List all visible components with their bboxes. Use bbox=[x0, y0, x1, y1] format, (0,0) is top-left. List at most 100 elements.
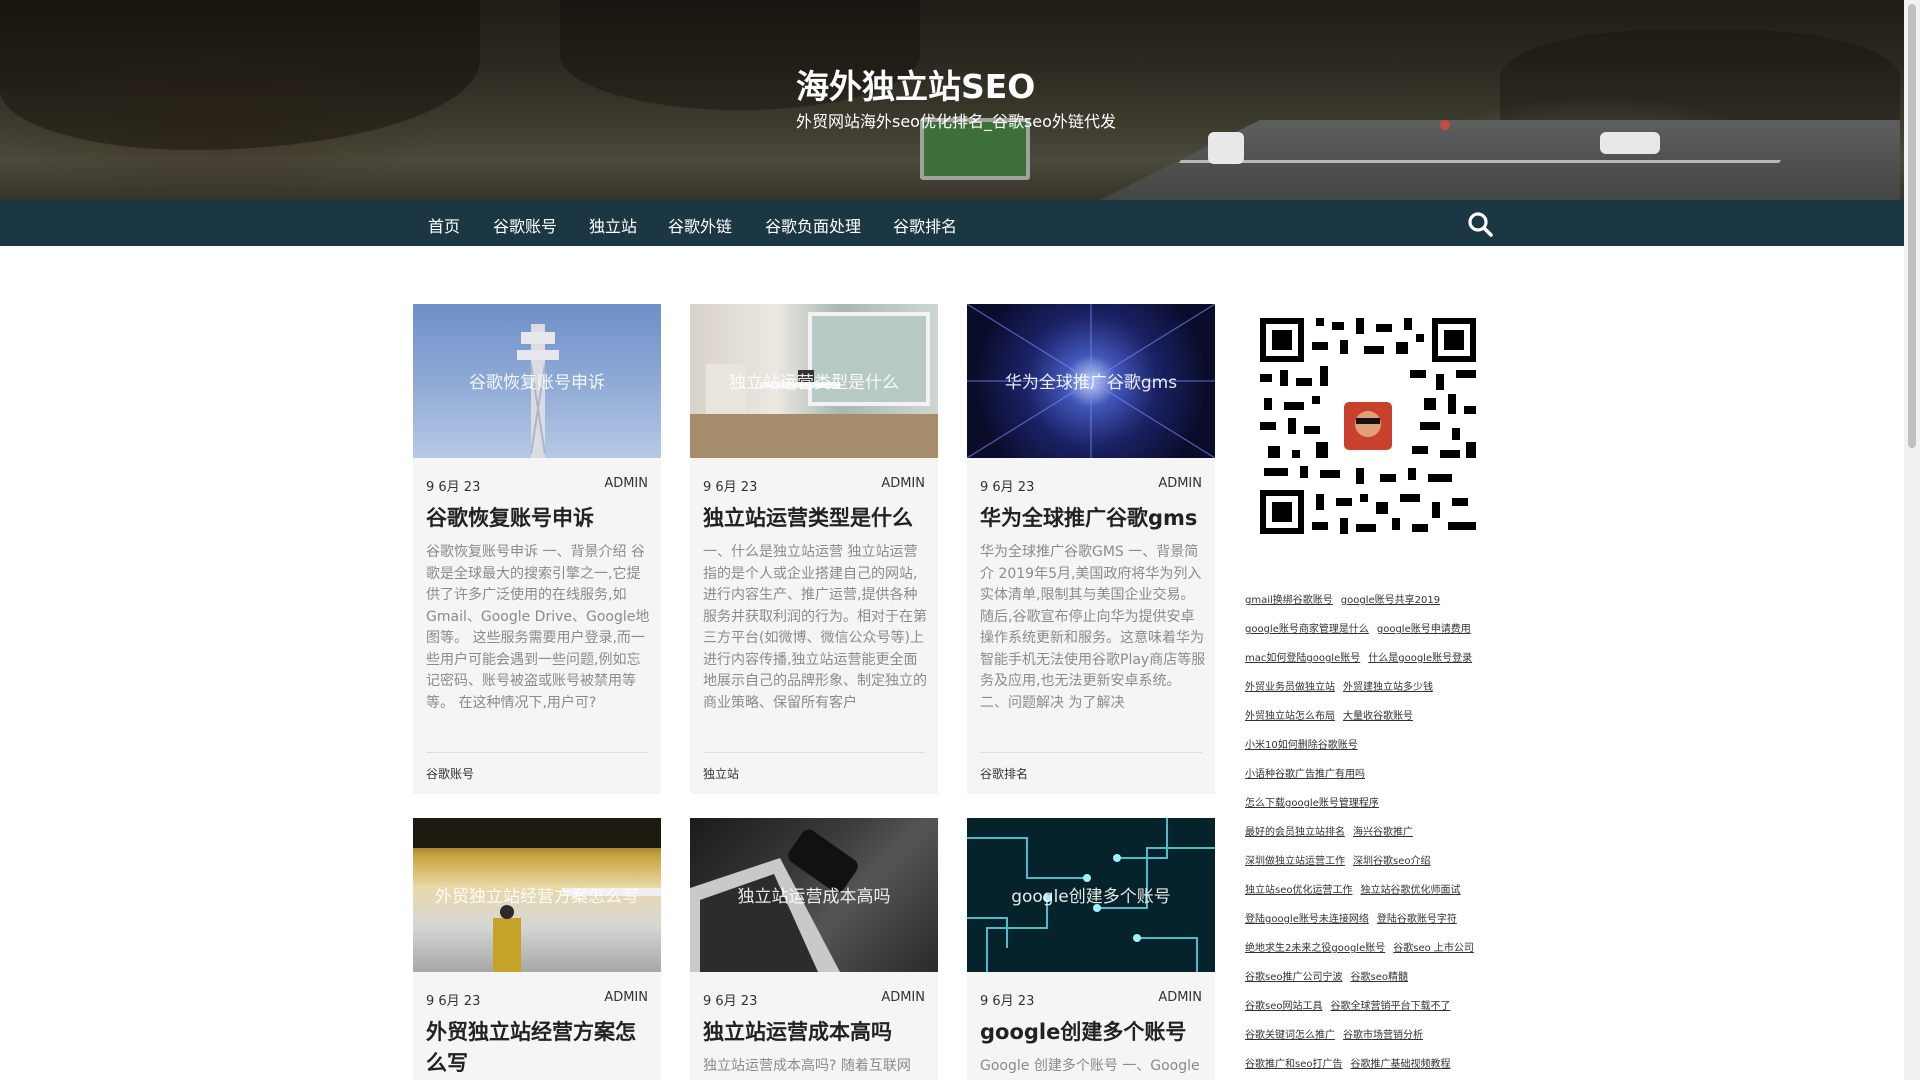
tag-link[interactable]: 大量收谷歌账号 bbox=[1343, 707, 1413, 722]
tag-link[interactable]: 独立站seo优化运营工作 bbox=[1245, 881, 1352, 896]
tag-row: 绝地求生2未来之役google账号 谷歌seo 上市公司 bbox=[1245, 939, 1495, 968]
tag-link[interactable]: 小语种谷歌广告推广有用吗 bbox=[1245, 765, 1365, 780]
tag-row: 登陆google账号未连接网络 登陆谷歌账号字符 bbox=[1245, 910, 1495, 939]
tag-link[interactable]: google账号商家管理是什么 bbox=[1245, 620, 1369, 635]
tag-row: 小米10如何删除谷歌账号 bbox=[1245, 736, 1495, 765]
nav-item-google-ranking[interactable]: 谷歌排名 bbox=[893, 213, 957, 237]
tag-link[interactable]: 海兴谷歌推广 bbox=[1353, 823, 1413, 838]
post-card[interactable]: google创建多个账号 9 6月 23 ADMIN google创建多个账号 … bbox=[967, 818, 1215, 1080]
post-title[interactable]: 谷歌恢复账号申诉 bbox=[426, 503, 652, 534]
tag-link[interactable]: 谷歌关键词怎么推广 bbox=[1245, 1026, 1335, 1041]
sidebar-tag-cloud: gmail换绑谷歌账号 google账号共享2019 google账号商家管理是什么… bbox=[1245, 591, 1495, 1084]
post-date: 9 6月 23 bbox=[980, 480, 1035, 495]
post-title[interactable]: 外贸独立站经营方案怎么写 bbox=[426, 1017, 652, 1079]
post-title[interactable]: 独立站运营成本高吗 bbox=[703, 1017, 929, 1048]
thumbnail-title: 独立站运营成本高吗 bbox=[737, 887, 891, 907]
tag-link[interactable]: 深圳做独立站运营工作 bbox=[1245, 852, 1345, 867]
tag-link[interactable]: 外贸独立站怎么布局 bbox=[1245, 707, 1335, 722]
tag-link[interactable]: 登陆google账号未连接网络 bbox=[1245, 910, 1369, 925]
tag-link[interactable]: 深圳谷歌seo介绍 bbox=[1353, 852, 1430, 867]
post-thumbnail[interactable]: google创建多个账号 bbox=[967, 818, 1215, 972]
post-card[interactable]: 独立站运营类型是什么 9 6月 23 ADMIN 独立站运营类型是什么 一、什么… bbox=[690, 304, 938, 794]
post-author[interactable]: ADMIN bbox=[1158, 990, 1202, 1005]
tag-link[interactable]: 什么是google账号登录 bbox=[1368, 649, 1472, 664]
tag-row: 小语种谷歌广告推广有用吗 bbox=[1245, 765, 1495, 794]
tag-link[interactable]: 怎么下载google账号管理程序 bbox=[1245, 794, 1379, 809]
tag-row: mac如何登陆google账号 什么是google账号登录 bbox=[1245, 649, 1495, 678]
post-category[interactable]: 独立站 bbox=[703, 765, 739, 782]
post-date: 9 6月 23 bbox=[426, 994, 481, 1009]
thumbnail-title: google创建多个账号 bbox=[1011, 887, 1171, 907]
tag-link[interactable]: google账号申请费用 bbox=[1377, 620, 1471, 635]
post-excerpt: 一、什么是独立站运营 独立站运营指的是个人或企业搭建自己的网站,进行内容生产、推… bbox=[703, 544, 927, 711]
tag-link[interactable]: mac如何登陆google账号 bbox=[1245, 649, 1360, 664]
tag-link[interactable]: 最好的会员独立站排名 bbox=[1245, 823, 1345, 838]
post-card[interactable]: 华为全球推广谷歌gms 9 6月 23 ADMIN 华为全球推广谷歌gms 华为… bbox=[967, 304, 1215, 794]
wechat-qr-code bbox=[1260, 318, 1476, 534]
tag-link[interactable]: 谷歌推广和seo打广告 bbox=[1245, 1055, 1342, 1070]
tag-row: 谷歌seo推广公司宁波 谷歌seo精髓 bbox=[1245, 968, 1495, 997]
post-author[interactable]: ADMIN bbox=[881, 476, 925, 491]
tag-link[interactable]: 外贸业务员做独立站 bbox=[1245, 678, 1335, 693]
tag-link[interactable]: 登陆谷歌账号字符 bbox=[1377, 910, 1457, 925]
nav-item-negative-handling[interactable]: 谷歌负面处理 bbox=[765, 213, 861, 237]
tag-link[interactable]: 绝地求生2未来之役google账号 bbox=[1245, 939, 1385, 954]
post-thumbnail[interactable]: 独立站运营类型是什么 bbox=[690, 304, 938, 458]
post-title[interactable]: 华为全球推广谷歌gms bbox=[980, 503, 1206, 534]
card-divider bbox=[703, 752, 925, 753]
tag-link[interactable]: 谷歌推广基础视频教程 bbox=[1350, 1055, 1450, 1070]
nav-item-standalone-site[interactable]: 独立站 bbox=[589, 213, 637, 237]
post-date: 9 6月 23 bbox=[980, 994, 1035, 1009]
tag-row: 谷歌seo网站工具 谷歌全球营销平台下载不了 bbox=[1245, 997, 1495, 1026]
tag-row: 最好的会员独立站排名 海兴谷歌推广 bbox=[1245, 823, 1495, 852]
card-divider bbox=[980, 752, 1202, 753]
thumbnail-title: 谷歌恢复账号申诉 bbox=[469, 373, 605, 393]
post-card[interactable]: 外贸独立站经营方案怎么写 9 6月 23 ADMIN 外贸独立站经营方案怎么写 bbox=[413, 818, 661, 1080]
tag-link[interactable]: gmail换绑谷歌账号 bbox=[1245, 591, 1333, 606]
tag-link[interactable]: 谷歌全球营销平台下载不了 bbox=[1330, 997, 1450, 1012]
tag-row: 深圳做独立站运营工作 深圳谷歌seo介绍 bbox=[1245, 852, 1495, 881]
post-card[interactable]: 独立站运营成本高吗 9 6月 23 ADMIN 独立站运营成本高吗 独立站运营成… bbox=[690, 818, 938, 1080]
tag-link[interactable]: 独立站谷歌优化师面试 bbox=[1360, 881, 1460, 896]
site-title[interactable]: 海外独立站SEO bbox=[796, 60, 1035, 108]
post-thumbnail[interactable]: 独立站运营成本高吗 bbox=[690, 818, 938, 972]
tag-link[interactable]: 谷歌市场营销分析 bbox=[1343, 1026, 1423, 1041]
search-icon[interactable] bbox=[1466, 210, 1494, 238]
post-date: 9 6月 23 bbox=[703, 994, 758, 1009]
scrollbar-thumb[interactable] bbox=[1908, 4, 1916, 448]
post-author[interactable]: ADMIN bbox=[881, 990, 925, 1005]
post-excerpt: 独立站运营成本高吗? 随着互联网 bbox=[703, 1058, 911, 1074]
post-excerpt: Google 创建多个账号 一、Google bbox=[980, 1058, 1200, 1074]
tag-link[interactable]: 谷歌seo精髓 bbox=[1350, 968, 1407, 983]
tag-link[interactable]: 谷歌seo推广公司宁波 bbox=[1245, 968, 1342, 983]
tag-link[interactable]: google账号共享2019 bbox=[1341, 591, 1440, 606]
tag-link[interactable]: 小米10如何删除谷歌账号 bbox=[1245, 736, 1358, 751]
tag-link[interactable]: 谷歌seo网站工具 bbox=[1245, 997, 1322, 1012]
post-author[interactable]: ADMIN bbox=[604, 990, 648, 1005]
tag-link[interactable]: 外贸建独立站多少钱 bbox=[1343, 678, 1433, 693]
header-banner: 海外独立站SEO 外贸网站海外seo优化排名_谷歌seo外链代发 bbox=[0, 0, 1904, 200]
tag-row: 独立站seo优化运营工作 独立站谷歌优化师面试 bbox=[1245, 881, 1495, 910]
post-thumbnail[interactable]: 外贸独立站经营方案怎么写 bbox=[413, 818, 661, 972]
nav-item-google-account[interactable]: 谷歌账号 bbox=[493, 213, 557, 237]
post-category[interactable]: 谷歌排名 bbox=[980, 765, 1028, 782]
post-date: 9 6月 23 bbox=[426, 480, 481, 495]
post-author[interactable]: ADMIN bbox=[1158, 476, 1202, 491]
post-card[interactable]: 谷歌恢复账号申诉 9 6月 23 ADMIN 谷歌恢复账号申诉 谷歌恢复账号申诉… bbox=[413, 304, 661, 794]
nav-item-home[interactable]: 首页 bbox=[428, 213, 460, 237]
post-author[interactable]: ADMIN bbox=[604, 476, 648, 491]
post-excerpt: 华为全球推广谷歌GMS 一、背景简介 2019年5月,美国政府将华为列入实体清单… bbox=[980, 544, 1206, 711]
tag-row: google账号商家管理是什么 google账号申请费用 bbox=[1245, 620, 1495, 649]
post-category[interactable]: 谷歌账号 bbox=[426, 765, 474, 782]
card-divider bbox=[426, 752, 648, 753]
nav-item-google-backlinks[interactable]: 谷歌外链 bbox=[668, 213, 732, 237]
tag-link[interactable]: 谷歌seo 上市公司 bbox=[1393, 939, 1474, 954]
tag-row: 怎么下载google账号管理程序 bbox=[1245, 794, 1495, 823]
tag-row: 谷歌关键词怎么推广 谷歌市场营销分析 bbox=[1245, 1026, 1495, 1055]
post-thumbnail[interactable]: 华为全球推广谷歌gms bbox=[967, 304, 1215, 458]
thumbnail-title: 华为全球推广谷歌gms bbox=[1004, 373, 1178, 393]
post-thumbnail[interactable]: 谷歌恢复账号申诉 bbox=[413, 304, 661, 458]
main-navbar: 首页 谷歌账号 独立站 谷歌外链 谷歌负面处理 谷歌排名 bbox=[0, 200, 1904, 246]
post-title[interactable]: 独立站运营类型是什么 bbox=[703, 503, 929, 534]
post-title[interactable]: google创建多个账号 bbox=[980, 1017, 1206, 1048]
